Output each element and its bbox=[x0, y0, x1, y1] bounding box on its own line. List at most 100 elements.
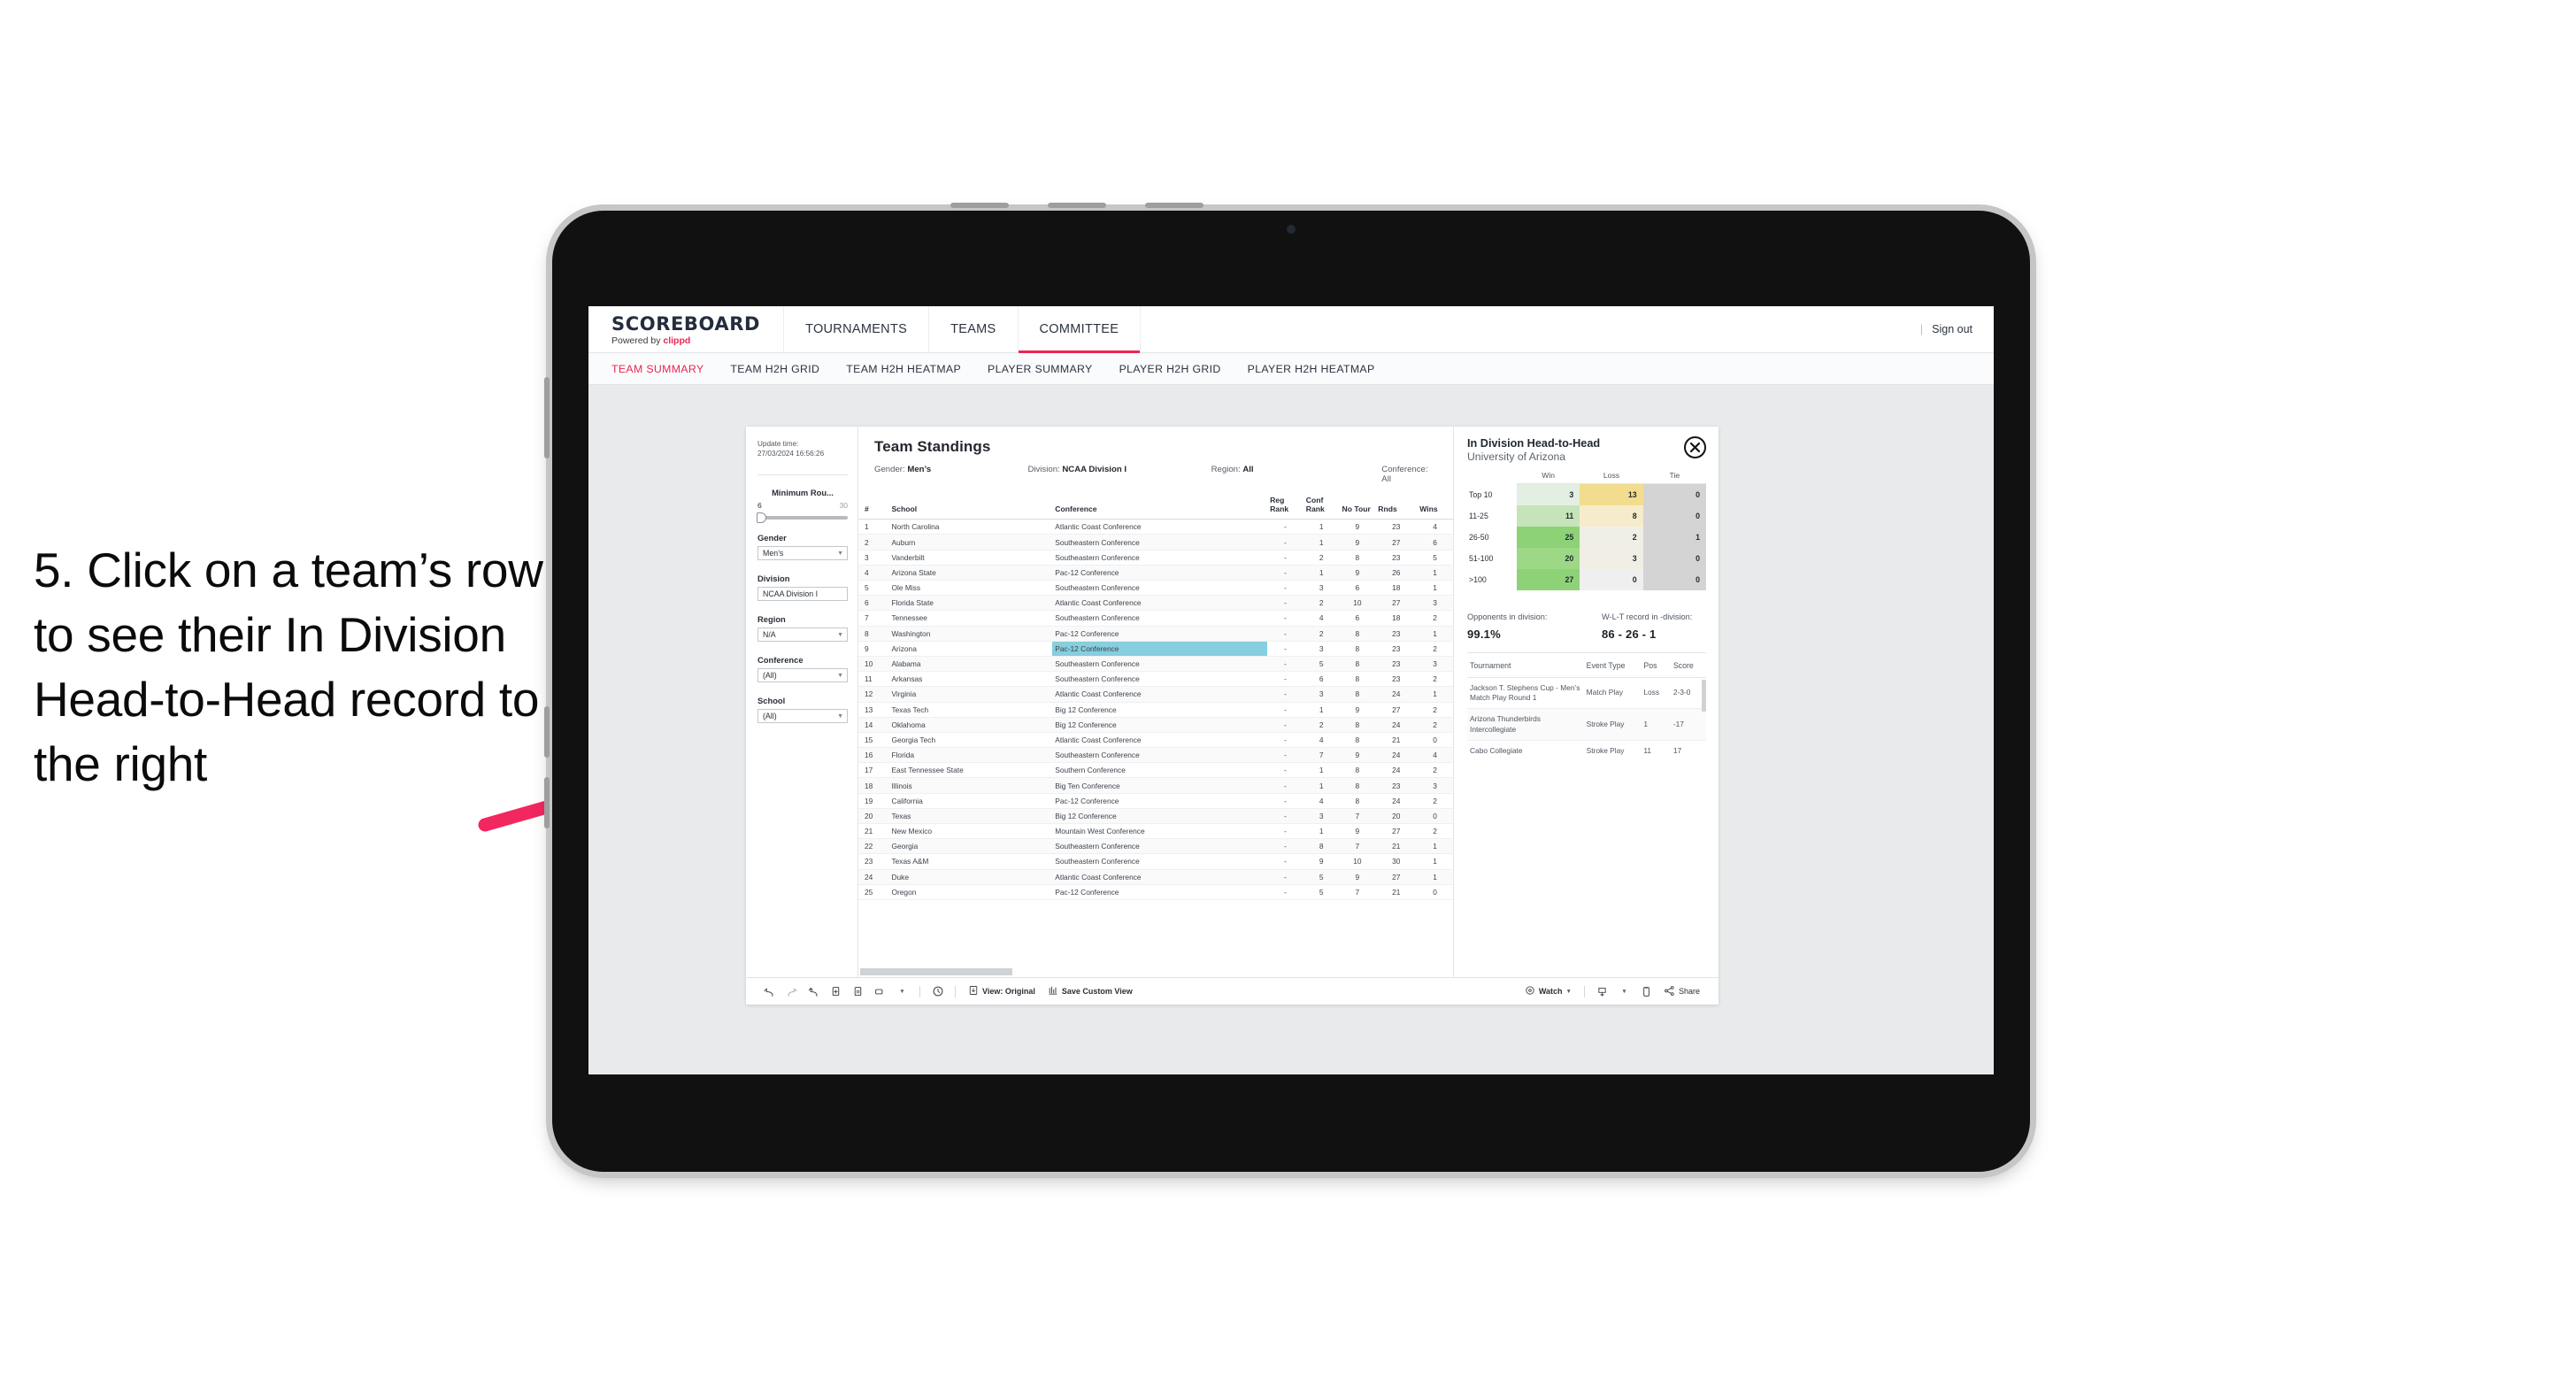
device-icon[interactable] bbox=[1635, 982, 1657, 1001]
col-wins[interactable]: Wins bbox=[1417, 492, 1453, 520]
table-row[interactable]: 15 Georgia Tech Atlantic Coast Conference -… bbox=[858, 732, 1453, 749]
conference-cell: Pac-12 Conference bbox=[1052, 565, 1268, 581]
tournament-row[interactable]: Cabo Collegiate Stroke Play 11 17 bbox=[1467, 740, 1706, 759]
col-reg-rank[interactable]: Reg Rank bbox=[1267, 492, 1303, 520]
tournament-row[interactable]: Arizona Thunderbirds Intercollegiate Stro… bbox=[1467, 708, 1706, 741]
shape-dropdown-caret-icon[interactable]: ▼ bbox=[891, 982, 913, 1001]
tournament-list-scroll[interactable]: Tournament Event Type Pos Score Jackson … bbox=[1467, 653, 1706, 759]
conference-cell: Pac-12 Conference bbox=[1052, 626, 1268, 642]
table-row[interactable]: 14 Oklahoma Big 12 Conference -2 8 24 2 bbox=[858, 717, 1453, 733]
horizontal-scrollbar-thumb[interactable] bbox=[860, 968, 1012, 975]
school-select[interactable]: (All) ▼ bbox=[757, 709, 848, 724]
table-row[interactable]: 19 California Pac-12 Conference -4 8 24 2 bbox=[858, 793, 1453, 809]
table-row[interactable]: 20 Texas Big 12 Conference -3 7 20 0 bbox=[858, 808, 1453, 825]
h2h-loss-cell: 3 bbox=[1580, 547, 1643, 569]
col-school[interactable]: School bbox=[888, 492, 1053, 520]
brand-logo[interactable]: SCOREBOARD Powered by clippd bbox=[588, 306, 785, 352]
col-rank[interactable]: # bbox=[858, 492, 889, 520]
sign-out-link[interactable]: Sign out bbox=[1932, 323, 1972, 335]
tab-player-h2h-grid[interactable]: PLAYER H2H GRID bbox=[1119, 363, 1221, 375]
min-rounds-slider[interactable] bbox=[757, 512, 848, 524]
tab-team-summary[interactable]: TEAM SUMMARY bbox=[611, 363, 704, 375]
table-row[interactable]: 16 Florida Southeastern Conference -7 9 24 4 bbox=[858, 747, 1453, 764]
nav-teams[interactable]: TEAMS bbox=[929, 306, 1019, 352]
download-icon[interactable] bbox=[1591, 982, 1613, 1001]
wins-cell: 0 bbox=[1417, 732, 1453, 749]
table-row[interactable]: 17 East Tennessee State Southern Conferenc… bbox=[858, 762, 1453, 779]
table-row[interactable]: 4 Arizona State Pac-12 Conference -1 9 26 1 bbox=[858, 565, 1453, 581]
tab-team-h2h-heatmap[interactable]: TEAM H2H HEATMAP bbox=[846, 363, 961, 375]
table-row[interactable]: 11 Arkansas Southeastern Conference -6 8 23 2 bbox=[858, 671, 1453, 688]
table-row[interactable]: 1 North Carolina Atlantic Coast Conference… bbox=[858, 519, 1453, 535]
school-cell: Florida bbox=[888, 747, 1053, 764]
gender-select[interactable]: Men’s ▼ bbox=[757, 546, 848, 561]
watch-button[interactable]: Watch ▼ bbox=[1519, 985, 1578, 997]
rnds-cell: 23 bbox=[1375, 550, 1418, 566]
revert-icon[interactable] bbox=[803, 982, 825, 1001]
h2h-win-cell: 27 bbox=[1517, 568, 1580, 590]
division-select[interactable]: NCAA Division I bbox=[757, 587, 848, 602]
no-tour-cell: 8 bbox=[1339, 732, 1376, 749]
wlt-value: 86 - 26 - 1 bbox=[1602, 627, 1657, 641]
table-row[interactable]: 8 Washington Pac-12 Conference -2 8 23 1 bbox=[858, 626, 1453, 642]
tab-team-h2h-grid[interactable]: TEAM H2H GRID bbox=[730, 363, 819, 375]
alert-clock-icon[interactable] bbox=[927, 982, 949, 1001]
chevron-down-icon: ▼ bbox=[837, 631, 843, 638]
share-button[interactable]: Share bbox=[1657, 985, 1706, 998]
table-row[interactable]: 7 Tennessee Southeastern Conference -4 6 18 2 bbox=[858, 610, 1453, 627]
meta-conference-value: All bbox=[1381, 474, 1391, 484]
tournament-scrollbar-thumb[interactable] bbox=[1702, 679, 1706, 712]
nav-tournaments[interactable]: TOURNAMENTS bbox=[784, 306, 930, 352]
save-custom-view-button[interactable]: Save Custom View bbox=[1042, 985, 1139, 997]
min-rounds-slider-handle[interactable] bbox=[757, 512, 766, 524]
wlt-record-stat: W-L-T record in -division: 86 - 26 - 1 bbox=[1602, 612, 1692, 641]
nav-committee[interactable]: COMMITTEE bbox=[1018, 306, 1142, 353]
reg-rank-cell: - bbox=[1267, 595, 1303, 612]
no-tour-cell: 9 bbox=[1339, 565, 1376, 581]
tournament-thead: Tournament Event Type Pos Score bbox=[1467, 655, 1706, 678]
table-row[interactable]: 25 Oregon Pac-12 Conference -5 7 21 0 bbox=[858, 884, 1453, 900]
table-row[interactable]: 12 Virginia Atlantic Coast Conference -3 8 24… bbox=[858, 686, 1453, 703]
redo-icon[interactable] bbox=[780, 982, 803, 1001]
brand-title: SCOREBOARD bbox=[611, 312, 761, 335]
table-row[interactable]: 5 Ole Miss Southeastern Conference -3 6 18 1 bbox=[858, 580, 1453, 597]
pos-cell: 11 bbox=[1641, 740, 1671, 759]
conference-select[interactable]: (All) ▼ bbox=[757, 668, 848, 683]
table-row[interactable]: 21 New Mexico Mountain West Conference -1 9 2… bbox=[858, 823, 1453, 840]
col-rnds[interactable]: Rnds bbox=[1375, 492, 1418, 520]
table-row[interactable]: 2 Auburn Southeastern Conference -1 9 27 6 bbox=[858, 534, 1453, 551]
close-icon[interactable] bbox=[1684, 436, 1706, 458]
table-row[interactable]: 9 Arizona Pac-12 Conference -3 8 23 2 bbox=[858, 641, 1453, 657]
undo-icon[interactable] bbox=[758, 982, 780, 1001]
table-row[interactable]: 13 Texas Tech Big 12 Conference -1 9 27 2 bbox=[858, 702, 1453, 718]
tab-player-summary[interactable]: PLAYER SUMMARY bbox=[988, 363, 1093, 375]
horizontal-scrollbar[interactable] bbox=[858, 967, 1453, 977]
table-row[interactable]: 24 Duke Atlantic Coast Conference -5 9 27 1 bbox=[858, 869, 1453, 885]
table-row[interactable]: 6 Florida State Atlantic Coast Conference -… bbox=[858, 595, 1453, 612]
refresh-data-icon[interactable] bbox=[825, 982, 847, 1001]
h2h-tbody: Top 10 3 13 0 11-25 11 8 0 26-50 25 2 1 51-100 20 3 0 >1… bbox=[1467, 483, 1706, 590]
powered-by-text: Powered by bbox=[611, 335, 664, 346]
table-row[interactable]: 3 Vanderbilt Southeastern Conference -2 8 23 5 bbox=[858, 550, 1453, 566]
view-original-button[interactable]: View: Original bbox=[962, 985, 1042, 997]
table-row[interactable]: 10 Alabama Southeastern Conference -5 8 23 3 bbox=[858, 656, 1453, 673]
region-select[interactable]: N/A ▼ bbox=[757, 628, 848, 643]
wins-cell: 1 bbox=[1417, 580, 1453, 597]
pause-refresh-icon[interactable] bbox=[847, 982, 869, 1001]
col-no-tour[interactable]: No Tour bbox=[1339, 492, 1376, 520]
no-tour-cell: 8 bbox=[1339, 656, 1376, 673]
tab-player-h2h-heatmap[interactable]: PLAYER H2H HEATMAP bbox=[1248, 363, 1375, 375]
table-row[interactable]: 22 Georgia Southeastern Conference -8 7 21 1 bbox=[858, 838, 1453, 855]
rank-cell: 5 bbox=[858, 580, 889, 597]
tournament-row[interactable]: Jackson T. Stephens Cup - Men’s Match Pl… bbox=[1467, 677, 1706, 710]
col-conference[interactable]: Conference bbox=[1052, 492, 1268, 520]
top-button-2 bbox=[1048, 203, 1106, 208]
h2h-bucket-label: Top 10 bbox=[1467, 483, 1517, 505]
view-shape-icon[interactable] bbox=[869, 982, 891, 1001]
table-row[interactable]: 23 Texas A&M Southeastern Conference -9 10 30… bbox=[858, 853, 1453, 870]
col-conf-rank[interactable]: Conf Rank bbox=[1303, 492, 1340, 520]
standings-table-scroll[interactable]: # School Conference Reg Rank Conf Rank N… bbox=[858, 492, 1453, 967]
conf-rank-cell: 1 bbox=[1303, 823, 1340, 840]
table-row[interactable]: 18 Illinois Big Ten Conference -1 8 23 3 bbox=[858, 777, 1453, 794]
download-dropdown-caret-icon[interactable]: ▼ bbox=[1613, 982, 1635, 1001]
